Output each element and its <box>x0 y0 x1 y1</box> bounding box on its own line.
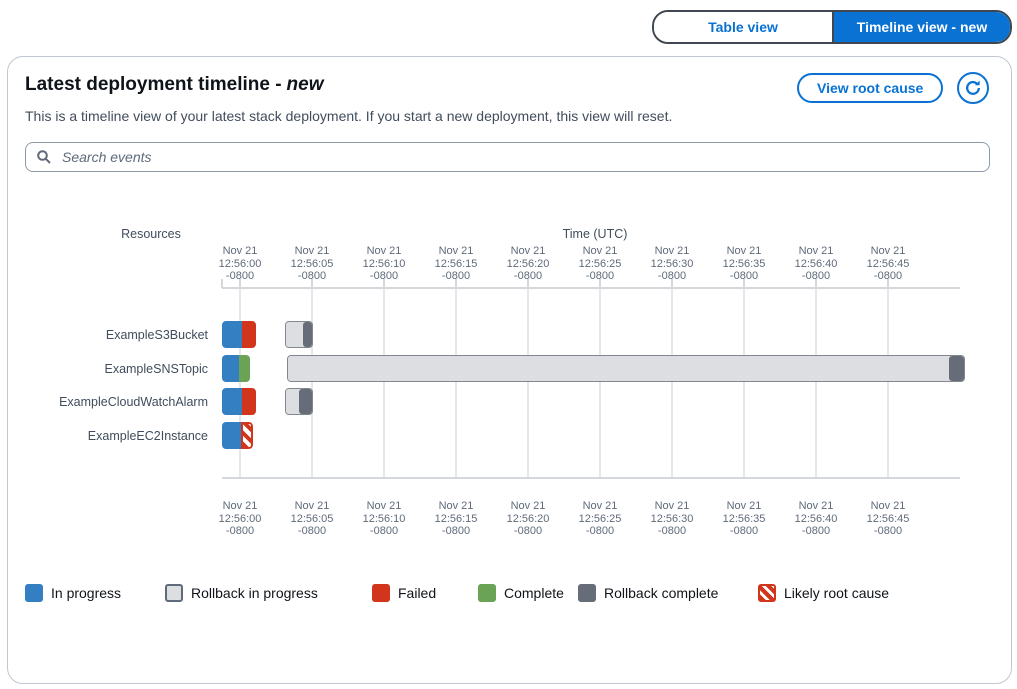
timeline-bar[interactable] <box>222 422 253 449</box>
refresh-icon <box>964 79 982 97</box>
view-toggle: Table view Timeline view - new <box>652 10 1012 44</box>
bar-segment-in-progress <box>222 388 242 415</box>
timeline-bar[interactable] <box>285 388 313 415</box>
table-view-button[interactable]: Table view <box>654 12 832 42</box>
time-axis-label: Time (UTC) <box>553 227 637 241</box>
timeline-view-button[interactable]: Timeline view - new <box>832 12 1010 42</box>
search-input[interactable] <box>60 148 979 166</box>
panel-description: This is a timeline view of your latest s… <box>25 108 672 124</box>
timeline-bar[interactable] <box>222 355 250 382</box>
bar-segment-rollback-complete <box>299 389 312 414</box>
page-title-text: Latest deployment timeline - <box>25 74 282 95</box>
bar-segment-rollback-complete <box>303 322 312 347</box>
timeline-bar[interactable] <box>285 321 313 348</box>
refresh-button[interactable] <box>957 72 989 104</box>
bar-segment-likely-root-cause <box>241 422 253 449</box>
bar-segment-in-progress <box>222 355 239 382</box>
timeline-bar[interactable] <box>287 355 965 382</box>
bar-segment-rollback-complete <box>949 356 964 381</box>
bar-segment-rollback-in-progress <box>286 389 299 414</box>
bar-segment-failed <box>242 388 256 415</box>
bar-segment-in-progress <box>222 422 241 449</box>
search-icon <box>36 149 52 165</box>
bar-segment-rollback-in-progress <box>286 322 303 347</box>
bar-segment-complete <box>239 355 250 382</box>
timeline-bar[interactable] <box>222 321 256 348</box>
header-actions: View root cause <box>797 72 989 104</box>
bar-segment-in-progress <box>222 321 242 348</box>
bar-segment-rollback-in-progress <box>288 356 949 381</box>
page-title-new-flag: new <box>287 74 324 95</box>
search-box <box>25 142 990 172</box>
timeline-bar[interactable] <box>222 388 256 415</box>
bar-segment-failed <box>242 321 256 348</box>
view-root-cause-button[interactable]: View root cause <box>797 73 943 103</box>
page-title: Latest deployment timeline -new <box>25 74 324 96</box>
resources-axis-label: Resources <box>109 227 193 241</box>
